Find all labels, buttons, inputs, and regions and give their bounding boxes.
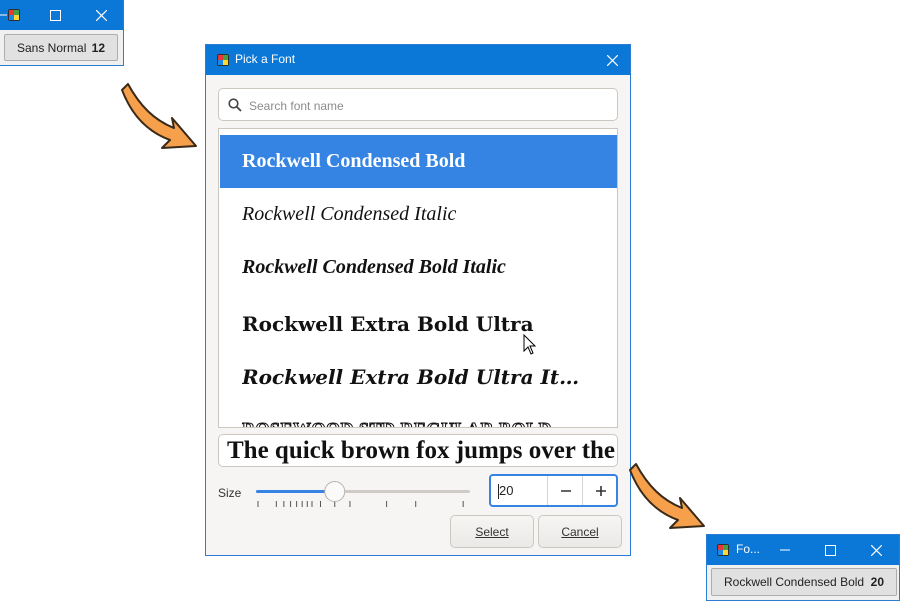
font-list-item-label: Rockwell Extra Bold Ultra Italic xyxy=(242,364,588,389)
minimize-button[interactable] xyxy=(0,0,12,30)
select-button[interactable]: Select xyxy=(450,515,534,548)
result-window: Fo... Rockwell Condensed Bold 20 xyxy=(706,534,900,601)
close-icon xyxy=(95,9,107,21)
search-icon xyxy=(228,98,242,112)
size-slider[interactable] xyxy=(256,480,471,514)
app-icon xyxy=(217,54,229,66)
font-chooser-dialog: Pick a Font Rockwell Condensed Bold Rock… xyxy=(205,44,631,556)
font-list-item-label: Rockwell Condensed Bold xyxy=(242,150,466,172)
size-spin-value[interactable]: 20 xyxy=(499,483,513,498)
dialog-close-button[interactable] xyxy=(593,45,631,75)
size-decrease-button[interactable] xyxy=(547,476,584,505)
top-window: Sans Normal 12 xyxy=(0,0,124,66)
font-list-item[interactable]: Rockwell Extra Bold Ultra xyxy=(220,297,617,350)
font-button-size: 12 xyxy=(91,40,105,55)
close-icon xyxy=(870,544,882,556)
size-slider-fill xyxy=(256,490,335,493)
top-window-titlebar xyxy=(0,0,123,30)
size-spin-button[interactable]: 20 xyxy=(489,474,618,507)
font-list-item-selected[interactable]: Rockwell Condensed Bold xyxy=(220,135,617,188)
maximize-button[interactable] xyxy=(808,535,852,565)
font-button[interactable]: Sans Normal 12 xyxy=(4,34,118,61)
font-button-label: Rockwell Condensed Bold xyxy=(724,575,865,589)
app-icon xyxy=(717,544,729,556)
minimize-icon xyxy=(0,14,7,16)
font-list-item[interactable]: Rockwell Condensed Italic xyxy=(220,188,617,241)
cancel-button-label: Cancel xyxy=(561,524,599,539)
minimize-icon xyxy=(780,549,790,551)
curved-arrow-icon xyxy=(121,83,197,149)
font-list-item[interactable]: Rockwell Condensed Bold Italic xyxy=(220,241,617,294)
minus-icon xyxy=(561,489,571,492)
close-button[interactable] xyxy=(854,535,898,565)
mouse-cursor-icon xyxy=(523,334,537,355)
font-list[interactable]: Rockwell Condensed Bold Rockwell Condens… xyxy=(218,128,618,428)
font-button-label: Sans Normal xyxy=(17,40,87,55)
search-input[interactable] xyxy=(247,95,611,117)
cancel-button[interactable]: Cancel xyxy=(538,515,622,548)
font-list-item-label: Rockwell Condensed Bold Italic xyxy=(242,256,506,278)
size-slider-knob[interactable] xyxy=(324,481,346,502)
font-list-item-label: Rockwell Condensed Italic xyxy=(242,203,457,225)
result-window-titlebar: Fo... xyxy=(707,535,899,565)
search-field[interactable] xyxy=(218,88,618,121)
font-list-item[interactable]: Rockwell Extra Bold Ultra Italic xyxy=(220,350,617,403)
size-label: Size xyxy=(218,486,242,500)
select-button-label: Select xyxy=(475,524,509,539)
curved-arrow-icon xyxy=(629,463,705,529)
dialog-titlebar: Pick a Font xyxy=(206,45,630,75)
font-button[interactable]: Rockwell Condensed Bold 20 xyxy=(711,568,897,596)
font-preview[interactable]: The quick brown fox jumps over the lazy … xyxy=(218,434,618,467)
close-button[interactable] xyxy=(79,0,123,30)
size-increase-button[interactable] xyxy=(582,476,616,505)
maximize-icon xyxy=(49,9,61,21)
maximize-icon xyxy=(824,544,836,556)
font-list-item-label: ROSEWOOD STD REGULAR BOLD xyxy=(242,419,552,427)
result-window-title: Fo... xyxy=(736,542,761,556)
font-list-item[interactable]: ROSEWOOD STD REGULAR BOLD xyxy=(220,403,617,427)
plus-icon xyxy=(596,485,606,496)
dialog-title: Pick a Font xyxy=(235,52,296,66)
close-icon xyxy=(606,54,618,66)
minimize-button[interactable] xyxy=(763,535,807,565)
size-slider-ticks xyxy=(257,501,464,507)
font-list-item-label: Rockwell Extra Bold Ultra xyxy=(242,311,534,336)
maximize-button[interactable] xyxy=(33,0,77,30)
font-button-size: 20 xyxy=(870,575,884,589)
